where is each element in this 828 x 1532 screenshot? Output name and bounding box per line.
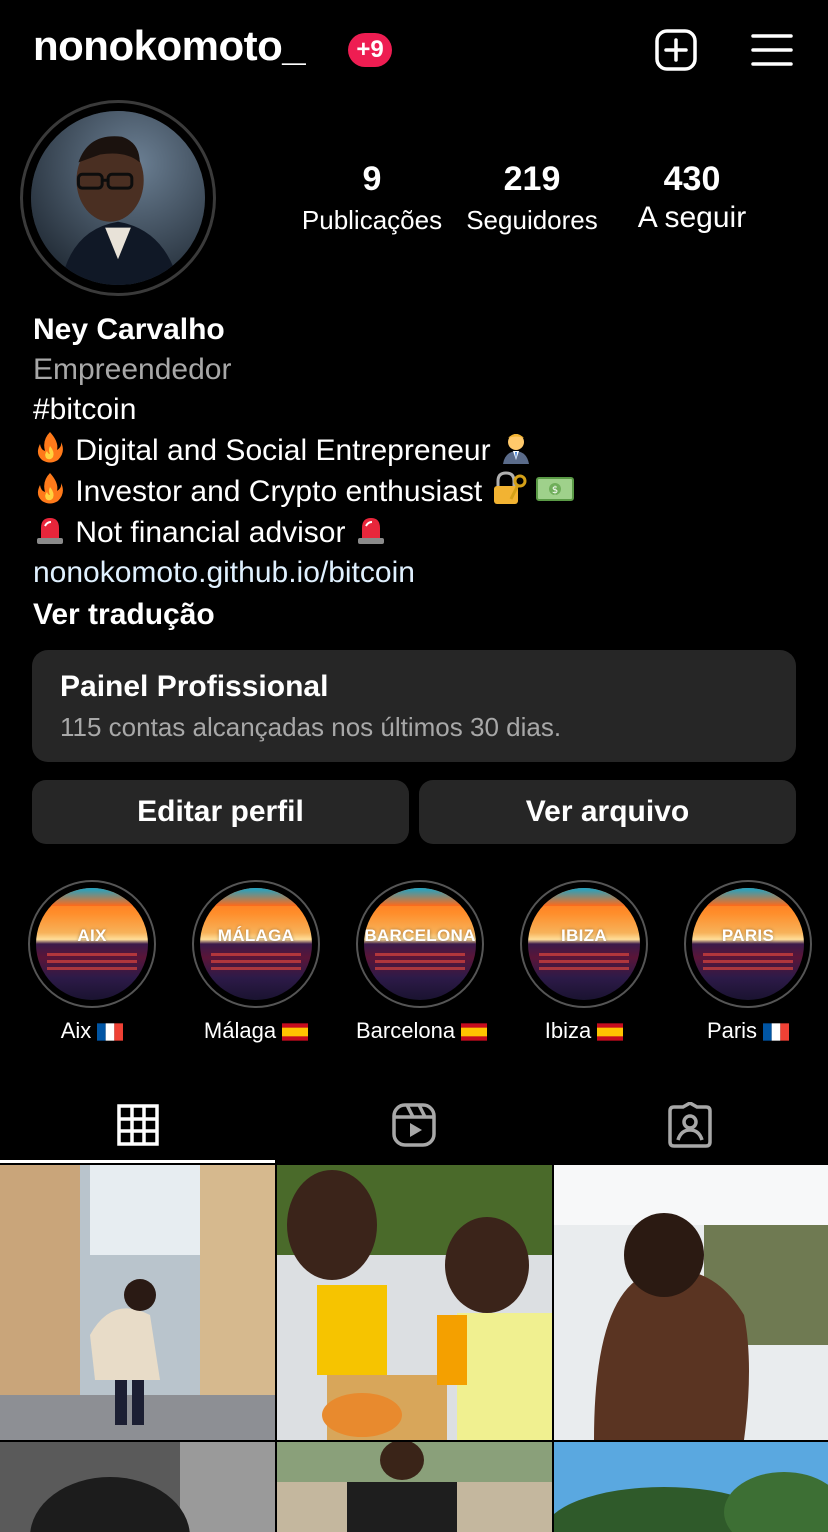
professional-dashboard-subtitle: 115 contas alcançadas nos últimos 30 dia… xyxy=(60,712,562,742)
highlight-ring: AIX xyxy=(28,880,156,1008)
profile-avatar[interactable] xyxy=(20,100,216,296)
post-image xyxy=(554,1165,828,1440)
lock-with-key-icon xyxy=(493,471,527,504)
professional-dashboard[interactable]: Painel Profissional 115 contas alcançada… xyxy=(32,650,796,762)
bio-line-1-text: Digital and Social Entrepreneur xyxy=(75,434,491,467)
tab-posts-grid[interactable] xyxy=(0,1085,276,1165)
bio-line-3-text: Not financial advisor xyxy=(75,516,346,549)
highlight-label-text: Paris xyxy=(706,1018,758,1043)
highlight-cover-text: BARCELONA xyxy=(364,926,476,945)
bio-hashtag[interactable]: #bitcoin xyxy=(33,390,793,430)
svg-text:$: $ xyxy=(552,485,558,496)
stat-followers-value: 219 xyxy=(503,160,561,198)
stat-posts-value: 9 xyxy=(362,160,382,198)
post-image xyxy=(277,1442,552,1532)
grid-icon xyxy=(117,1104,159,1146)
profile-username[interactable]: nonokomoto_ xyxy=(33,22,306,70)
highlight-label: Barcelona xyxy=(356,1018,488,1044)
stat-following[interactable]: 430 A seguir xyxy=(612,160,772,235)
profile-name: Ney Carvalho xyxy=(33,313,225,346)
post-thumbnail[interactable] xyxy=(277,1165,552,1440)
highlight-barcelona[interactable]: BARCELONA Barcelona xyxy=(356,880,488,1044)
highlight-label: Málaga xyxy=(192,1018,320,1044)
spain-flag-icon xyxy=(282,1023,309,1041)
highlight-ring: PARIS xyxy=(684,880,812,1008)
france-flag-icon xyxy=(97,1023,124,1041)
highlight-label: Paris xyxy=(684,1018,812,1044)
highlight-cover-text: AIX xyxy=(77,926,107,945)
plus-square-icon[interactable] xyxy=(654,28,698,72)
post-thumbnail[interactable] xyxy=(277,1442,552,1532)
avatar-photo xyxy=(31,111,205,285)
police-light-icon xyxy=(37,518,63,544)
tab-reels[interactable] xyxy=(276,1085,552,1165)
tab-tagged[interactable] xyxy=(552,1085,828,1165)
highlight-ring: BARCELONA xyxy=(356,880,484,1008)
highlight-cover-text: MÁLAGA xyxy=(217,926,295,945)
highlight-label: Ibiza xyxy=(520,1018,648,1044)
highlight-cover-image: IBIZA xyxy=(528,888,640,1000)
stat-following-value: 430 xyxy=(663,160,721,198)
businessman-icon xyxy=(502,434,529,464)
hamburger-menu-icon[interactable] xyxy=(750,28,794,72)
fire-icon xyxy=(37,432,63,463)
money-bills-icon: $ xyxy=(535,477,574,501)
spain-flag-icon xyxy=(461,1023,488,1041)
highlight-cover-image: AIX xyxy=(36,888,148,1000)
highlight-malaga[interactable]: MÁLAGA Málaga xyxy=(192,880,320,1044)
stat-followers[interactable]: 219 Seguidores xyxy=(452,160,612,236)
highlight-cover-image: PARIS xyxy=(692,888,804,1000)
tagged-icon xyxy=(668,1102,712,1148)
fire-icon xyxy=(37,473,63,504)
highlight-ring: MÁLAGA xyxy=(192,880,320,1008)
highlight-paris[interactable]: PARIS Paris xyxy=(684,880,812,1044)
post-thumbnail[interactable] xyxy=(0,1165,275,1440)
profile-category: Empreendedor xyxy=(33,353,232,386)
stat-following-label: A seguir xyxy=(637,201,747,234)
highlight-cover-image: MÁLAGA xyxy=(200,888,312,1000)
highlight-label-text: Barcelona xyxy=(356,1018,456,1043)
profile-bio: Ney Carvalho Empreendedor #bitcoin Digit… xyxy=(33,310,793,635)
highlight-ibiza[interactable]: IBIZA Ibiza xyxy=(520,880,648,1044)
post-thumbnail[interactable] xyxy=(554,1442,828,1532)
post-image xyxy=(0,1165,275,1440)
reels-icon xyxy=(392,1103,436,1147)
stat-posts[interactable]: 9 Publicações xyxy=(292,160,452,236)
bio-line-investor: Investor and Crypto enthusiast $ xyxy=(33,471,793,512)
highlight-cover-image: BARCELONA xyxy=(364,888,476,1000)
highlight-cover-text: PARIS xyxy=(721,926,775,945)
bio-line-entrepreneur: Digital and Social Entrepreneur xyxy=(33,430,793,471)
bio-line-disclaimer: Not financial advisor xyxy=(33,512,793,553)
stat-posts-label: Publicações xyxy=(301,205,443,235)
profile-link[interactable]: nonokomoto.github.io/bitcoin xyxy=(33,553,793,593)
highlight-aix[interactable]: AIX Aix xyxy=(28,880,156,1044)
highlight-label-text: Ibiza xyxy=(544,1018,592,1043)
france-flag-icon xyxy=(763,1023,790,1041)
highlight-label: Aix xyxy=(28,1018,156,1044)
post-thumbnail[interactable] xyxy=(554,1165,828,1440)
highlight-ring: IBIZA xyxy=(520,880,648,1008)
post-thumbnail[interactable] xyxy=(0,1442,275,1532)
see-translation-link[interactable]: Ver tradução xyxy=(33,595,793,635)
view-archive-button[interactable]: Ver arquivo xyxy=(419,780,796,844)
spain-flag-icon xyxy=(597,1023,624,1041)
active-tab-indicator xyxy=(0,1160,275,1163)
bio-line-2-text: Investor and Crypto enthusiast xyxy=(75,475,483,508)
professional-dashboard-title: Painel Profissional xyxy=(60,670,329,703)
highlight-label-text: Málaga xyxy=(203,1018,277,1043)
post-image xyxy=(554,1442,828,1532)
highlight-cover-text: IBIZA xyxy=(561,926,607,945)
edit-profile-button[interactable]: Editar perfil xyxy=(32,780,409,844)
post-image xyxy=(0,1442,275,1532)
stat-followers-label: Seguidores xyxy=(466,205,598,235)
post-image xyxy=(277,1165,552,1440)
police-light-icon xyxy=(357,518,384,544)
highlight-label-text: Aix xyxy=(60,1018,92,1043)
notification-badge[interactable]: +9 xyxy=(348,33,392,67)
